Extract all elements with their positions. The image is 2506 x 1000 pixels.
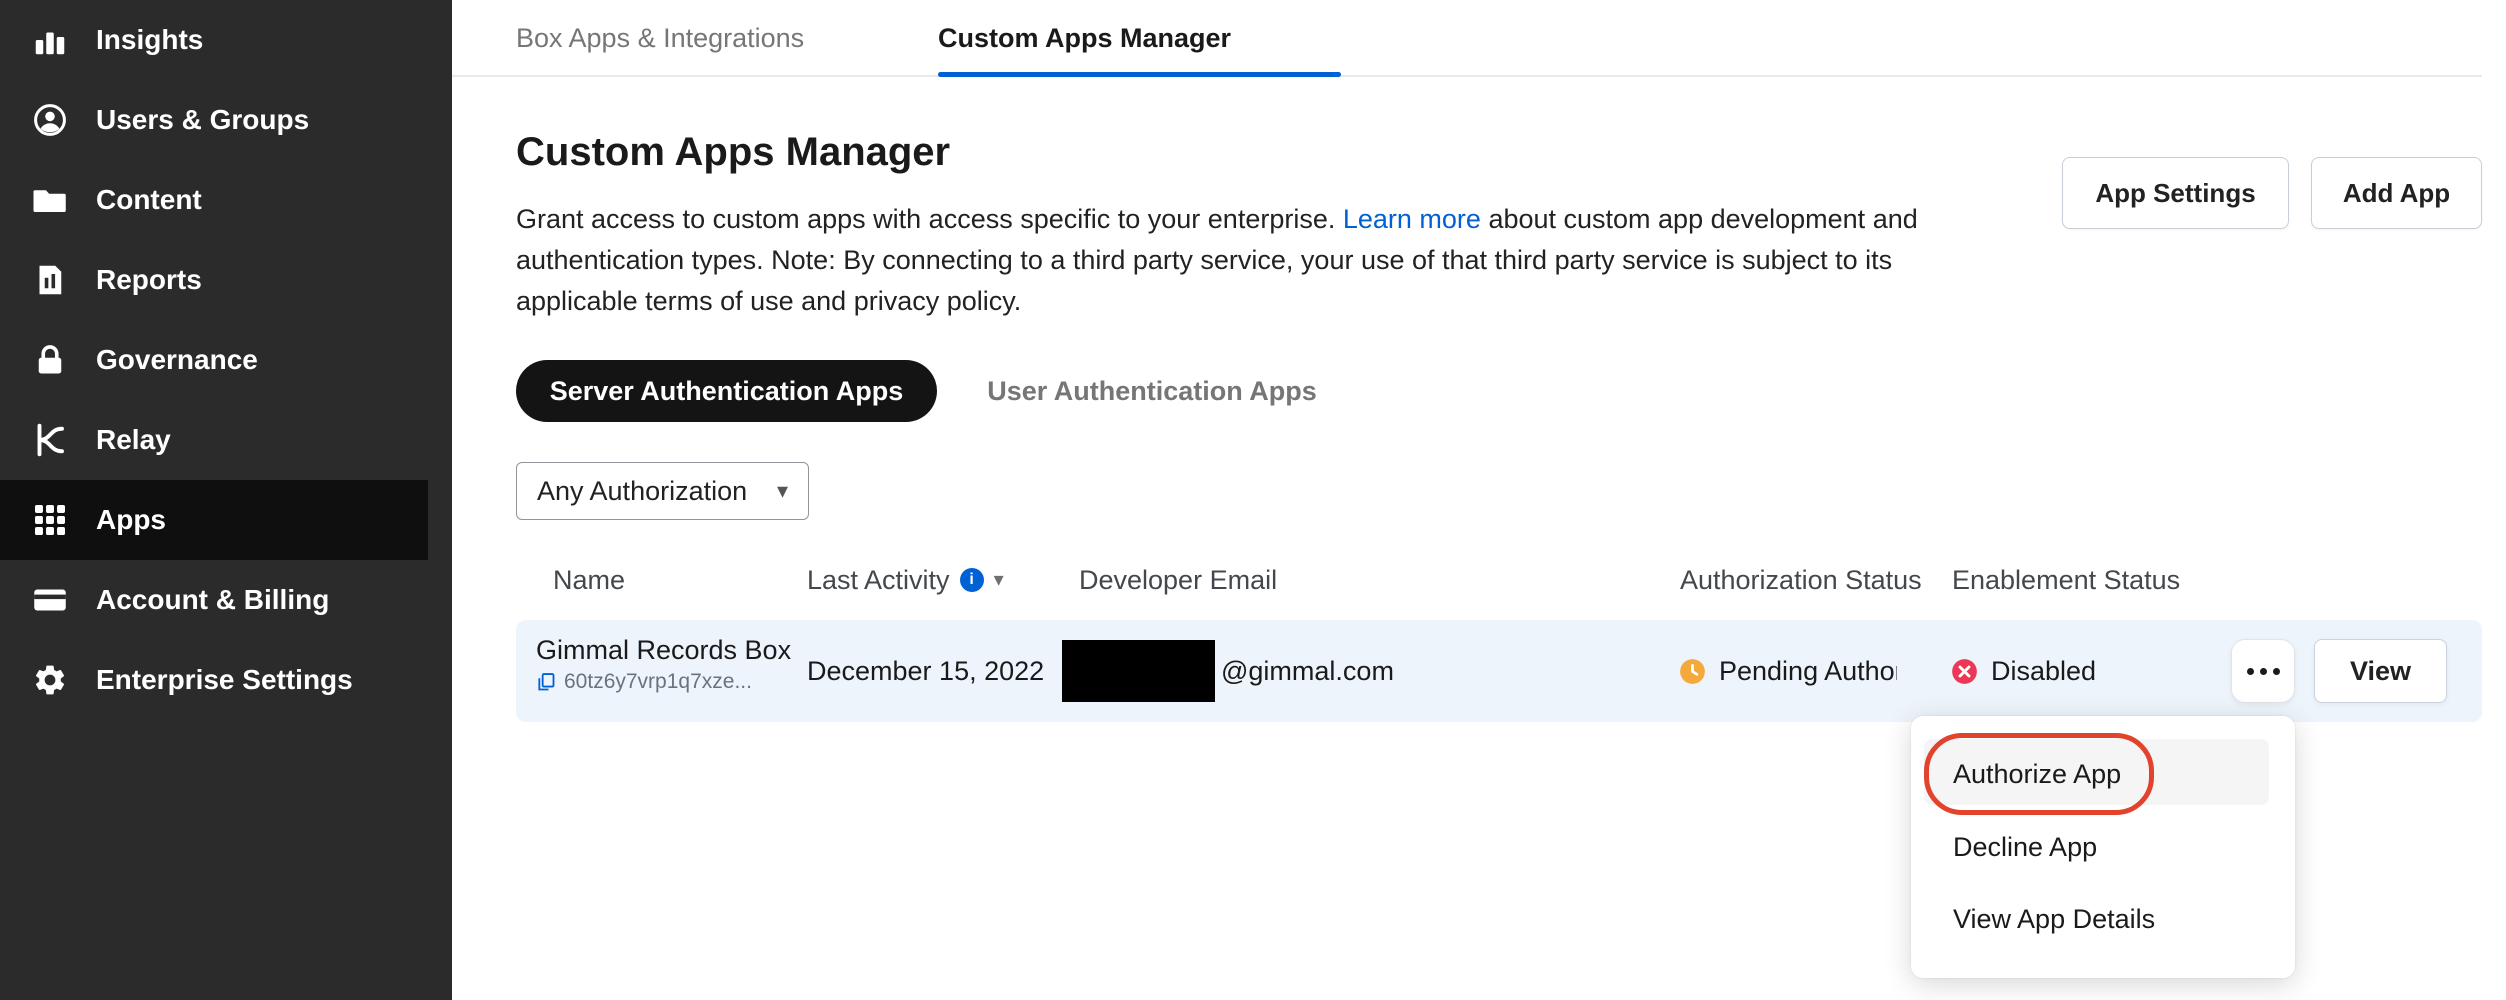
tab-box-apps-integrations[interactable]: Box Apps & Integrations: [516, 0, 804, 77]
page-tabbar: Box Apps & Integrations Custom Apps Mana…: [452, 0, 2482, 77]
client-id-text: 60tz6y7vrp1q7xze...: [564, 670, 752, 694]
lock-icon: [32, 342, 68, 378]
last-activity-cell: December 15, 2022: [807, 620, 1044, 722]
sidebar-item-label: Insights: [96, 24, 203, 56]
sidebar-item-label: Content: [96, 184, 202, 216]
report-icon: [32, 262, 68, 298]
admin-sidebar: Insights Users & Groups Content Reports …: [0, 0, 452, 1000]
disabled-icon: [1951, 658, 1978, 685]
sidebar-item-label: Users & Groups: [96, 104, 309, 136]
page-title: Custom Apps Manager: [516, 130, 950, 175]
sidebar-item-label: Enterprise Settings: [96, 664, 353, 696]
info-icon[interactable]: i: [960, 568, 984, 592]
sidebar-item-label: Relay: [96, 424, 171, 456]
page-description: Grant access to custom apps with access …: [516, 199, 1966, 322]
more-actions-icon: [2260, 668, 2267, 675]
sidebar-item-apps[interactable]: Apps: [0, 480, 428, 560]
developer-email-cell: @gimmal.com: [1062, 620, 1394, 722]
add-app-button[interactable]: Add App: [2311, 157, 2482, 229]
sidebar-item-reports[interactable]: Reports: [0, 240, 452, 320]
column-header-authorization-status: Authorization Status: [1680, 560, 1922, 600]
sidebar-item-label: Governance: [96, 344, 258, 376]
column-header-label: Last Activity: [807, 560, 950, 600]
app-name: Gimmal Records Box: [536, 633, 791, 667]
column-header-last-activity[interactable]: Last Activity i ▾: [807, 560, 1004, 600]
menu-item-view-app-details[interactable]: View App Details: [1911, 883, 2295, 955]
tab-custom-apps-manager[interactable]: Custom Apps Manager: [938, 0, 1341, 77]
view-button[interactable]: View: [2314, 639, 2447, 703]
sidebar-item-governance[interactable]: Governance: [0, 320, 452, 400]
column-header-enablement-status: Enablement Status: [1952, 560, 2180, 600]
authorization-status-cell: Pending Authoriz: [1679, 620, 1897, 722]
sidebar-item-label: Account & Billing: [96, 584, 329, 616]
redacted-email: [1062, 640, 1215, 702]
authorization-status-text: Pending Authoriz: [1719, 656, 1897, 687]
sort-chevron-icon[interactable]: ▾: [994, 560, 1004, 600]
more-actions-button[interactable]: [2231, 639, 2295, 703]
column-header-name: Name: [553, 560, 625, 600]
sidebar-item-users-groups[interactable]: Users & Groups: [0, 80, 452, 160]
gear-icon: [32, 662, 68, 698]
learn-more-link[interactable]: Learn more: [1343, 204, 1481, 234]
authorization-filter-dropdown[interactable]: Any Authorization ▾: [516, 462, 809, 520]
menu-item-authorize-app[interactable]: Authorize App: [1911, 738, 2295, 810]
users-icon: [32, 102, 68, 138]
sidebar-item-label: Apps: [96, 504, 166, 536]
more-actions-icon: [2273, 668, 2280, 675]
relay-icon: [32, 422, 68, 458]
sidebar-item-content[interactable]: Content: [0, 160, 452, 240]
sidebar-item-account-billing[interactable]: Account & Billing: [0, 560, 452, 640]
enablement-status-cell: Disabled: [1951, 620, 2096, 722]
menu-item-decline-app[interactable]: Decline App: [1911, 811, 2295, 883]
pending-icon: [1679, 658, 1706, 685]
table-row: Gimmal Records Box 60tz6y7vrp1q7xze... D…: [516, 620, 2482, 722]
app-name-cell: Gimmal Records Box 60tz6y7vrp1q7xze...: [536, 633, 791, 694]
sidebar-item-label: Reports: [96, 264, 202, 296]
filter-selected-value: Any Authorization: [537, 476, 747, 507]
apps-grid-icon: [32, 502, 68, 538]
description-text: Grant access to custom apps with access …: [516, 204, 1343, 234]
row-actions-menu: Authorize App Decline App View App Detai…: [1911, 716, 2295, 978]
copy-icon[interactable]: [536, 672, 556, 692]
credit-card-icon: [32, 582, 68, 618]
app-client-id: 60tz6y7vrp1q7xze...: [536, 670, 791, 694]
bar-chart-icon: [32, 22, 68, 58]
sidebar-item-enterprise-settings[interactable]: Enterprise Settings: [0, 640, 452, 720]
sidebar-item-insights[interactable]: Insights: [0, 0, 452, 80]
sidebar-item-relay[interactable]: Relay: [0, 400, 452, 480]
column-header-developer-email: Developer Email: [1079, 560, 1277, 600]
tab-server-authentication-apps[interactable]: Server Authentication Apps: [516, 360, 937, 422]
more-actions-icon: [2247, 668, 2254, 675]
email-domain: @gimmal.com: [1221, 656, 1394, 687]
tab-user-authentication-apps[interactable]: User Authentication Apps: [985, 360, 1319, 422]
enablement-status-text: Disabled: [1991, 656, 2096, 687]
chevron-down-icon: ▾: [777, 478, 788, 504]
app-settings-button[interactable]: App Settings: [2062, 157, 2289, 229]
folder-icon: [32, 182, 68, 218]
